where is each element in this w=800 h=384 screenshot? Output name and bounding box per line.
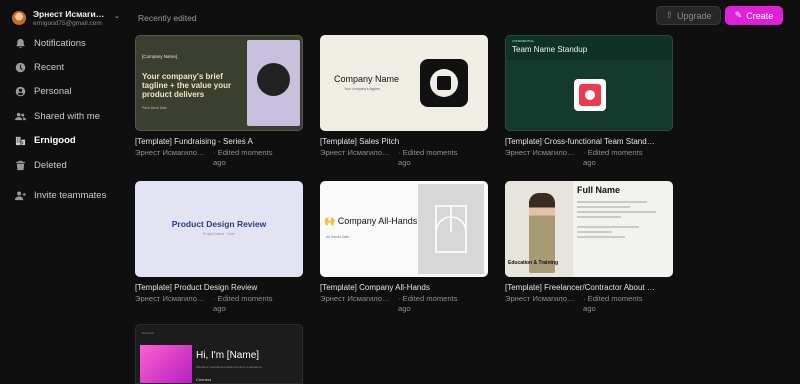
card-edited: · Edited moments ago: [398, 294, 458, 313]
thumb-label: [Company Name]: [142, 54, 178, 59]
bell-icon: [14, 37, 26, 49]
card-meta: Эрнест Исмагило… · Edited moments ago: [505, 148, 673, 168]
card-thumbnail[interactable]: Press Kit Hi, I'm [Name] Introduce yours…: [135, 324, 303, 384]
card-edited: · Edited moments ago: [583, 294, 643, 313]
sidebar-item-ernigood[interactable]: Ernigood: [8, 130, 120, 150]
avatar: [12, 11, 26, 25]
sidebar: Эрнест Исмаги… ernigood75@gmail.com ⌄ No…: [0, 0, 122, 384]
trash-icon: [14, 159, 26, 171]
thumb-sub: Introduce yourself and what you do in a …: [196, 365, 263, 369]
card-thumbnail[interactable]: Company Name Your company's tagline: [320, 35, 488, 131]
card-title: [Template] Cross-functional Team Stand…: [505, 137, 655, 146]
section-title: Recently edited: [138, 13, 197, 23]
card-title: [Template] Company All-Hands: [320, 283, 430, 292]
create-button-label: Create: [746, 10, 774, 21]
card-author: Эрнест Исмагило…: [320, 294, 390, 303]
thumb-heading: Company Name: [334, 74, 400, 84]
sidebar-item-label: Recent: [34, 61, 65, 73]
user-icon: [14, 85, 26, 97]
user-email: ernigood75@gmail.com: [33, 20, 102, 27]
card-thumbnail[interactable]: 🙌 Company All-Hands All Hands Date: [320, 181, 488, 277]
thumb-tiny: CONFIDENTIAL: [512, 39, 535, 43]
sidebar-item-label: Notifications: [34, 37, 86, 49]
card-meta: Эрнест Исмагило… · Edited moments ago: [320, 294, 488, 314]
card-meta: Эрнест Исмагило… · Edited moments ago: [505, 294, 673, 314]
card-title: [Template] Freelancer/Contractor About …: [505, 283, 655, 292]
card-edited: · Edited moments ago: [213, 148, 273, 167]
sidebar-item-label: Deleted: [34, 159, 67, 171]
create-button[interactable]: ✎ Create: [725, 6, 783, 25]
card-author: Эрнест Исмагило…: [135, 148, 205, 157]
card-thumbnail[interactable]: Product Design Review Project Name · Dat…: [135, 181, 303, 277]
card-author: Эрнест Исмагило…: [320, 148, 390, 157]
sidebar-item-deleted[interactable]: Deleted: [8, 155, 120, 175]
sidebar-item-personal[interactable]: Personal: [8, 81, 120, 101]
card-thumbnail[interactable]: CONFIDENTIAL Team Name Standup: [505, 35, 673, 131]
card-edited: · Edited moments ago: [583, 148, 643, 167]
thumb-heading: Full Name: [577, 185, 621, 195]
thumb-heading: Your company's brief tagline + the value…: [142, 72, 232, 99]
thumb-heading: 🙌 Company All-Hands: [324, 216, 418, 226]
card-meta: Эрнест Исмагило… · Edited moments ago: [135, 294, 303, 314]
card-author: Эрнест Исмагило…: [505, 294, 575, 303]
sidebar-item-notifications[interactable]: Notifications: [8, 33, 120, 53]
thumb-heading: Product Design Review: [171, 219, 267, 229]
thumb-text-lines: [577, 201, 665, 271]
thumb-connect: Connect: [196, 377, 211, 382]
thumb-heading: Team Name Standup: [512, 45, 588, 54]
people-icon: [14, 110, 26, 122]
card-author: Эрнест Исмагило…: [135, 294, 205, 303]
edit-icon: ✎: [734, 10, 743, 20]
doc-card-about-me[interactable]: Press Kit Hi, I'm [Name] Introduce yours…: [135, 324, 303, 384]
arch-icon: [435, 205, 467, 253]
doc-card-freelancer[interactable]: Education & Training Full Name [Template…: [505, 181, 673, 314]
thumb-sub: Your company's tagline: [344, 87, 380, 91]
doc-card-sales-pitch[interactable]: Company Name Your company's tagline [Tem…: [320, 35, 488, 168]
thumb-small: Pitch Deck Date: [142, 106, 168, 110]
thumb-edu: Education & Training: [508, 260, 559, 266]
logo-mark: [257, 63, 290, 96]
thumb-photo: [140, 345, 192, 383]
doc-card-fundraising[interactable]: [Company Name] Your company's brief tagl…: [135, 35, 303, 168]
sidebar-item-label: Shared with me: [34, 110, 101, 122]
building-icon: [14, 134, 26, 146]
card-meta: Эрнест Исмагило… · Edited moments ago: [135, 148, 303, 168]
thumb-topline: Press Kit: [142, 331, 155, 335]
thumb-sub: All Hands Date: [326, 235, 350, 239]
sidebar-item-invite[interactable]: Invite teammates: [8, 185, 120, 205]
logo-mark: [420, 59, 468, 107]
upgrade-icon: ⇧: [665, 10, 673, 20]
thumb-heading: Hi, I'm [Name]: [196, 350, 260, 361]
thumb-sub: Project Name · Date: [203, 232, 235, 236]
card-meta: Эрнест Исмагило… · Edited moments ago: [320, 148, 488, 168]
doc-card-product-design-review[interactable]: Product Design Review Project Name · Dat…: [135, 181, 303, 314]
logo-mark: [574, 79, 606, 111]
card-thumbnail[interactable]: Education & Training Full Name: [505, 181, 673, 277]
sidebar-item-recent[interactable]: Recent: [8, 57, 120, 77]
doc-card-team-standup[interactable]: CONFIDENTIAL Team Name Standup [Template…: [505, 35, 673, 168]
upgrade-button-label: Upgrade: [677, 10, 712, 21]
chevron-down-icon[interactable]: ⌄: [114, 12, 120, 20]
clock-icon: [14, 61, 26, 73]
card-author: Эрнест Исмагило…: [505, 148, 575, 157]
account-switcher[interactable]: Эрнест Исмаги… ernigood75@gmail.com ⌄: [12, 8, 120, 30]
thumb-panel: [418, 184, 484, 274]
sidebar-item-label: Personal: [34, 85, 72, 97]
user-name: Эрнест Исмаги…: [33, 9, 105, 19]
add-user-icon: [14, 189, 26, 201]
card-title: [Template] Product Design Review: [135, 283, 258, 292]
card-edited: · Edited moments ago: [398, 148, 458, 167]
sidebar-item-shared[interactable]: Shared with me: [8, 106, 120, 126]
card-title: [Template] Fundraising - Series A: [135, 137, 253, 146]
card-edited: · Edited moments ago: [213, 294, 273, 313]
card-title: [Template] Sales Pitch: [320, 137, 400, 146]
sidebar-item-label: Invite teammates: [34, 189, 107, 201]
sidebar-item-label: Ernigood: [34, 134, 76, 146]
upgrade-button[interactable]: ⇧ Upgrade: [656, 6, 721, 25]
card-thumbnail[interactable]: [Company Name] Your company's brief tagl…: [135, 35, 303, 131]
doc-card-all-hands[interactable]: 🙌 Company All-Hands All Hands Date [Temp…: [320, 181, 488, 314]
